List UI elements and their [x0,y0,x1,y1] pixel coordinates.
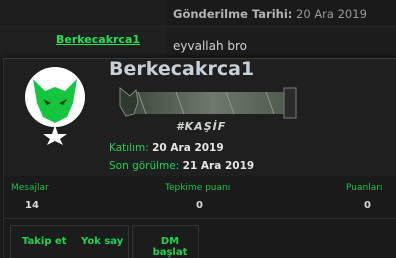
member-tooltip-card: Berkecakrca1 #KAŞİF Katılım: 20 Ara 2019… [3,58,396,258]
member-joined: Katılım: 20 Ara 2019 [109,142,224,154]
last-seen-label: Son görülme: [109,160,180,172]
start-dm-button[interactable]: DM başlat [142,236,198,258]
stat-points-value[interactable]: 0 [364,200,371,211]
post-author-link[interactable]: Berkecakrca1 [56,33,140,46]
follow-ignore-group: Takip et Yok say [10,225,129,258]
member-banner: #KAŞİF [119,86,297,133]
member-card-username[interactable]: Berkecakrca1 [109,58,254,80]
avatar[interactable] [23,65,87,145]
stat-reactions-label: Tepkime puanı [165,183,231,193]
post-message: eyvallah bro [173,39,248,53]
ignore-button[interactable]: Yok say [81,236,123,247]
stat-messages-value[interactable]: 14 [25,200,39,211]
post-author-header [0,0,166,27]
stat-reactions-value: 0 [196,200,203,211]
joined-value: 20 Ara 2019 [152,142,224,154]
last-seen-value: 21 Ara 2019 [182,160,255,172]
post-date-label: Gönderilme Tarihi: [173,7,293,21]
member-banner-text: #KAŞİF [176,119,226,133]
post-date: Gönderilme Tarihi: 20 Ara 2019 [173,7,367,21]
post-date-value: 20 Ara 2019 [296,7,367,21]
card-divider [4,218,396,219]
member-last-seen: Son görülme: 21 Ara 2019 [109,160,254,172]
dm-button-group: DM başlat [132,225,199,258]
joined-label: Katılım: [109,142,149,154]
stat-messages-label: Mesajlar [11,183,49,193]
follow-button[interactable]: Takip et [22,236,67,247]
stat-points-label: Puanları [346,183,383,193]
